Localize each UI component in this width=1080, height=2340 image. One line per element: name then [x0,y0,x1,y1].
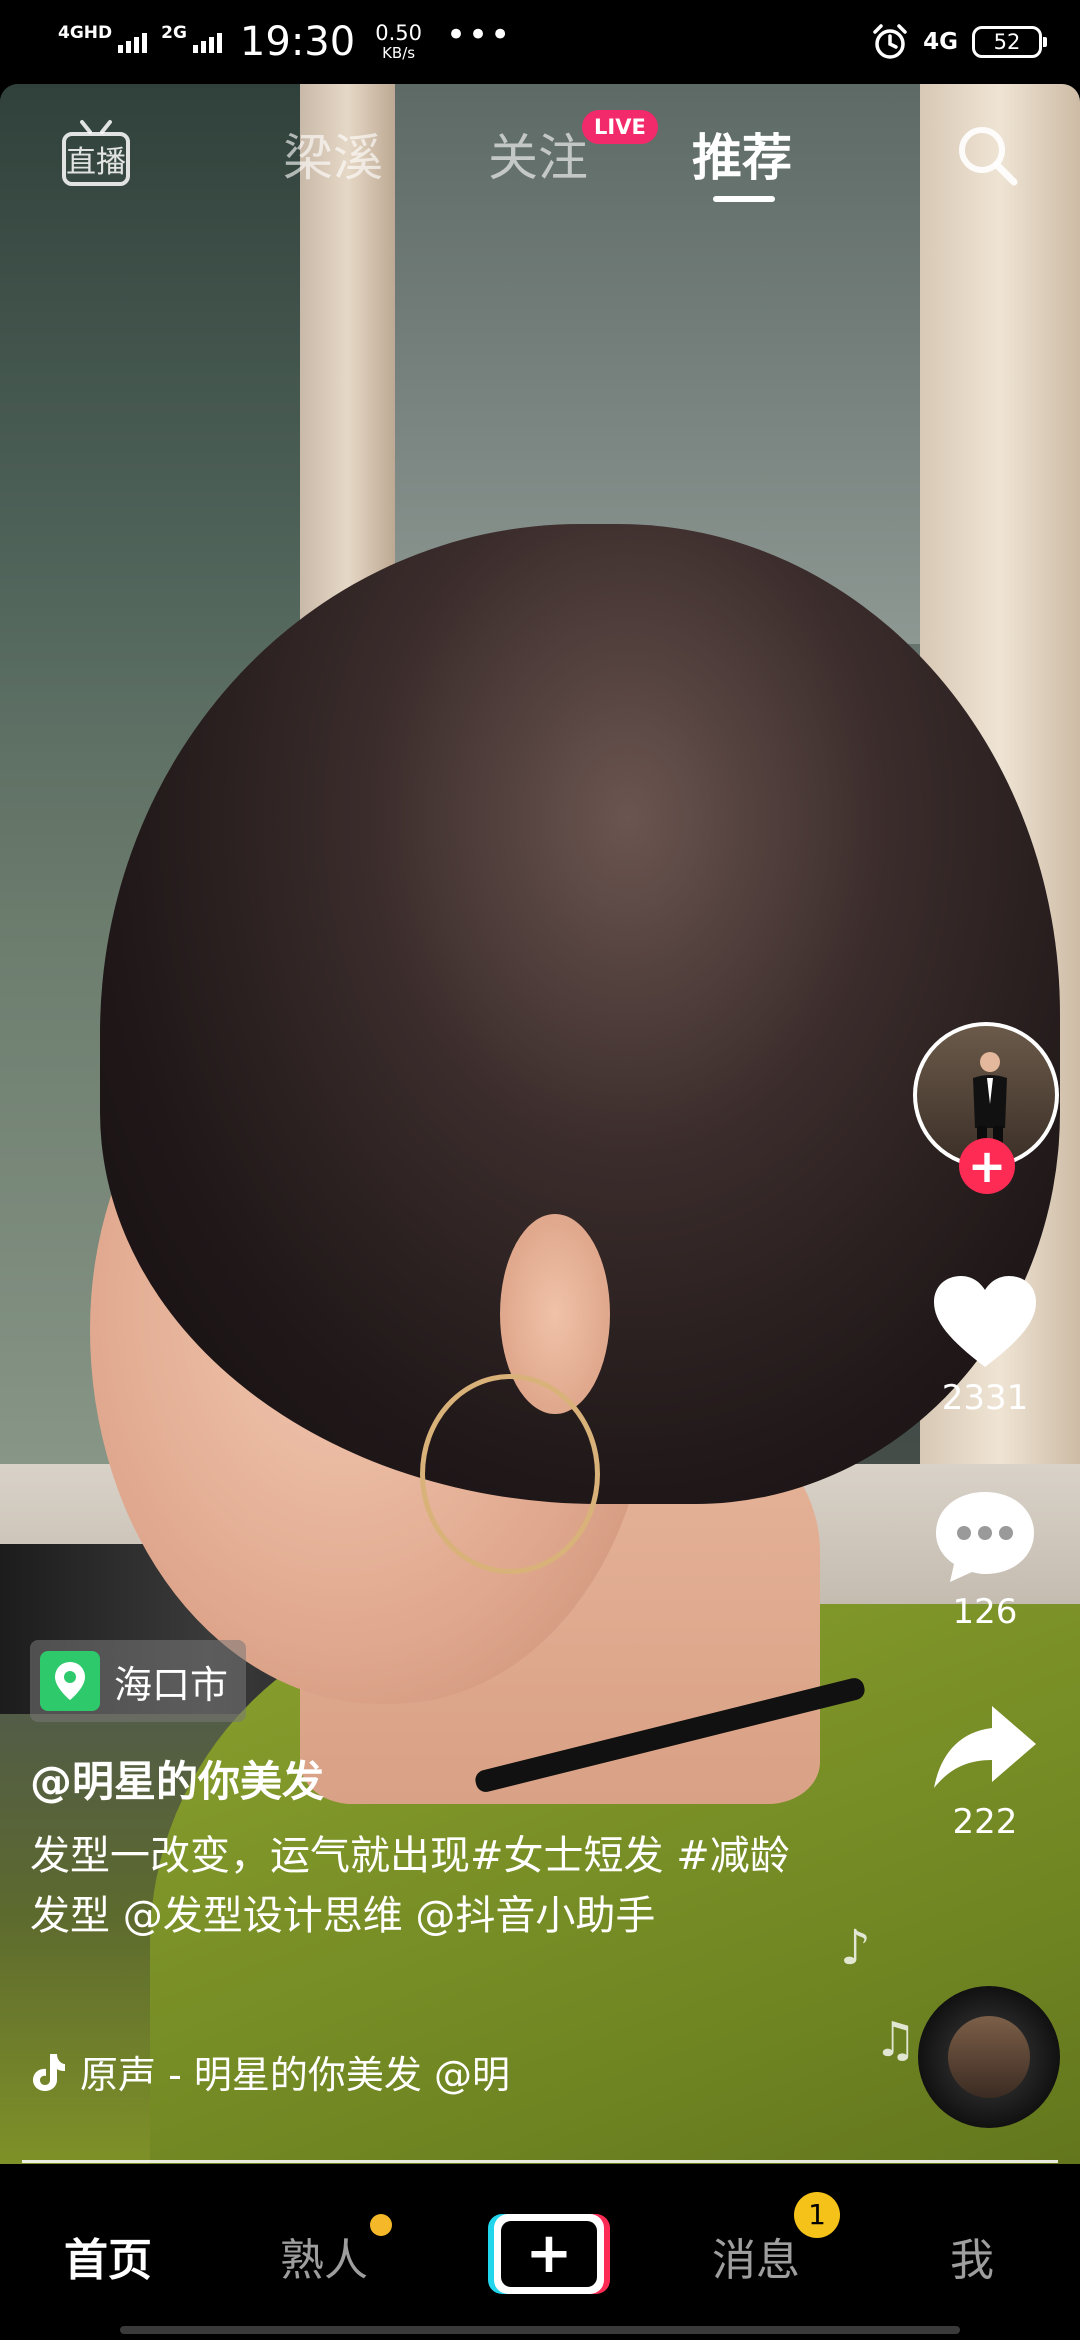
music-title: 原声 - 明星的你美发 @明 [80,2053,510,2097]
sim1-label: 4GHD [58,22,113,43]
top-navigation: 直播 梁溪 关注 LIVE 推荐 [0,110,1080,210]
comment-icon [936,1492,1034,1582]
video-caption[interactable]: 发型一改变，运气就出现#女士短发 #减龄发型 @发型设计思维 @抖音小助手 [30,1826,800,1946]
comment-count: 126 [952,1592,1018,1632]
speed-unit: KB/s [382,44,416,62]
music-note-icon: ♪ [840,1920,871,1976]
status-time: 19:30 [239,19,356,65]
nav-messages[interactable]: 消息 [712,2224,800,2288]
tiktok-logo-icon [33,2053,65,2091]
battery-level: 52 [993,30,1021,54]
tab-recommended[interactable]: 推荐 [692,118,792,190]
share-button[interactable]: 222 [920,1700,1050,1842]
music-disc-cover [948,2016,1030,2098]
network-type: 4G [923,29,958,55]
nav-friends[interactable]: 熟人 [280,2224,368,2288]
music-disc[interactable] [918,1986,1060,2128]
status-right: 4G 52 [871,18,1047,66]
share-count: 222 [952,1802,1018,1842]
home-indicator[interactable] [120,2326,960,2334]
location-text: 海口市 [114,1662,229,1707]
tab-following[interactable]: 关注 [488,118,588,190]
network-speed: 0.50 KB/s [375,23,422,61]
battery-icon: 52 [972,26,1047,58]
like-count: 2331 [941,1378,1029,1418]
plus-icon: + [501,2221,597,2287]
status-bar: 4GHD 2G 19:30 0.50 KB/s ••• 4G 52 [0,0,1080,84]
video-progress-bar[interactable] [22,2160,1058,2163]
live-tv-icon[interactable]: 直播 [60,118,132,194]
location-pin-icon [40,1651,100,1711]
author-name[interactable]: @明星的你美发 [30,1748,324,1809]
search-icon[interactable] [952,120,1022,190]
nav-home[interactable]: 首页 [64,2224,152,2288]
share-arrow-icon [934,1706,1036,1788]
like-button[interactable]: 2331 [920,1272,1050,1418]
video-subject-earring [420,1374,600,1574]
live-badge: LIVE [582,110,658,144]
nav-profile[interactable]: 我 [950,2224,994,2288]
music-info[interactable]: 原声 - 明星的你美发 @明 [30,2044,620,2099]
signal-icon-2: 2G [161,22,222,60]
more-notifications-icon: ••• [445,15,513,55]
music-note-icon-2: ♫ [874,2012,918,2068]
speed-value: 0.50 [375,21,422,45]
status-left: 4GHD 2G 19:30 0.50 KB/s ••• [58,15,513,66]
active-tab-indicator [713,196,775,202]
heart-icon [934,1276,1036,1367]
friends-dot-badge [370,2214,392,2236]
follow-button[interactable]: + [959,1138,1015,1194]
signal-icon: 4GHD [58,22,148,60]
messages-count-badge: 1 [794,2192,840,2238]
tab-local[interactable]: 梁溪 [283,118,383,190]
app-screen: 4GHD 2G 19:30 0.50 KB/s ••• 4G 52 直播 梁溪 … [0,0,1080,2340]
sim2-label: 2G [161,22,187,43]
create-button-face: + [494,2214,604,2294]
alarm-icon [873,24,907,59]
live-icon-label: 直播 [66,145,126,180]
bottom-navigation: 首页 熟人 + 消息 1 我 [0,2164,1080,2340]
comment-button[interactable]: 126 [920,1486,1050,1632]
location-tag[interactable]: 海口市 [30,1640,247,1722]
create-button[interactable]: + [488,2214,610,2294]
